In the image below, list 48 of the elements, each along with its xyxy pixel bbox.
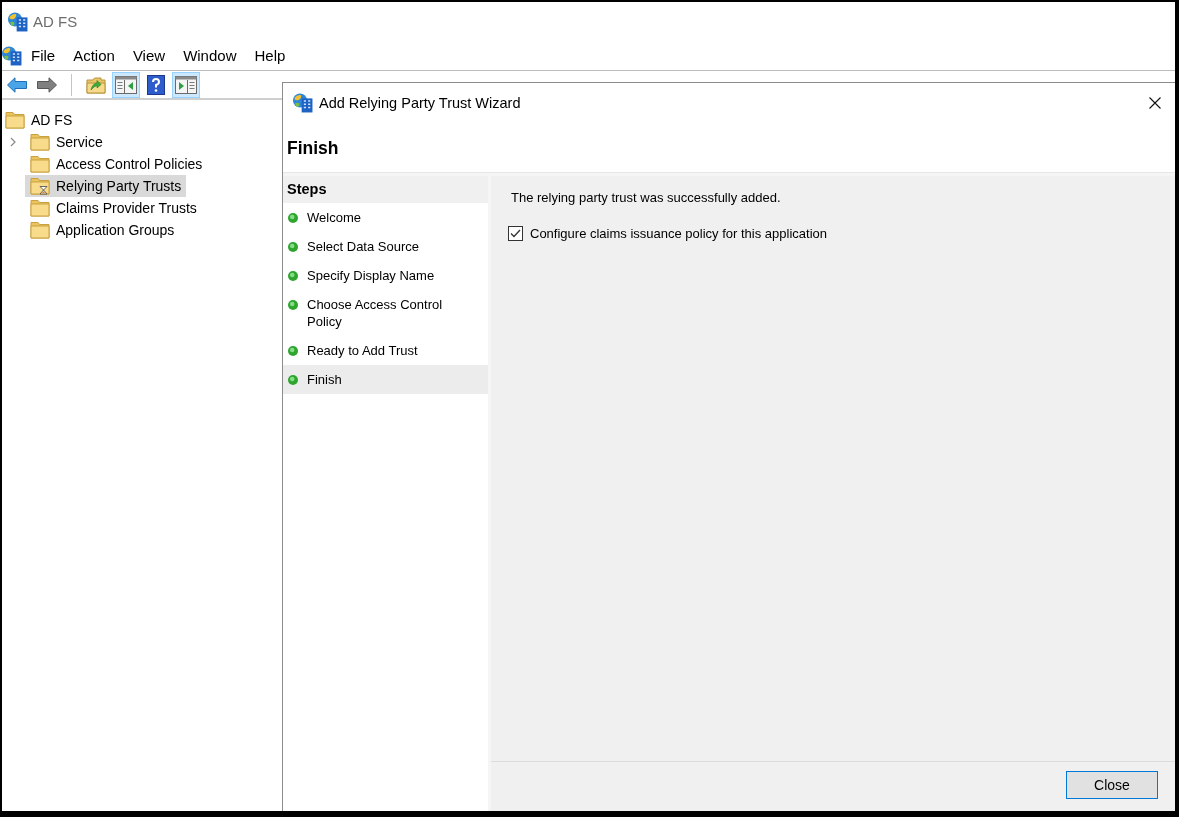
step-item[interactable]: Finish [283,365,488,394]
status-dot-icon [288,213,298,223]
folder-hourglass-icon [30,177,50,195]
status-dot-icon [288,242,298,252]
step-item[interactable]: Specify Display Name [283,261,488,290]
status-dot-icon [288,346,298,356]
folder-arrow-icon [86,75,106,94]
folder-icon [30,199,50,217]
tree-item[interactable]: Access Control Policies [25,153,208,175]
globe-building-icon [8,12,28,32]
forward-arrow-icon [37,76,57,93]
close-icon [1149,97,1161,109]
checkbox-label: Configure claims issuance policy for this application [530,225,827,242]
step-item[interactable]: Choose Access Control Policy [283,290,488,336]
dialog-title: Add Relying Party Trust Wizard [319,94,521,112]
menu-item[interactable]: Window [174,46,246,66]
window-title: AD FS [33,13,78,31]
toolbar-button[interactable] [112,71,140,98]
checkbox[interactable] [508,226,523,241]
status-dot-icon [288,300,298,310]
globe-building-icon[interactable] [2,46,22,66]
tree-item[interactable]: Application Groups [25,219,180,241]
step-item[interactable]: Select Data Source [283,232,488,261]
folder-icon [30,221,50,239]
steps-heading: Steps [283,176,488,203]
folder-icon [30,155,50,173]
back-arrow-icon [7,76,27,93]
status-message: The relying party trust was successfully added. [511,189,782,206]
step-item[interactable]: Ready to Add Trust [283,336,488,365]
help-icon [147,74,165,95]
toolbar-button[interactable] [172,71,200,98]
page-title: Finish [287,136,339,159]
step-item[interactable]: Welcome [283,203,488,232]
tree-item[interactable]: Service [25,131,108,153]
folder-icon [30,133,50,151]
chevron-icon[interactable] [9,137,16,147]
menu-item[interactable]: File [22,46,65,66]
globe-building-icon [293,93,313,113]
tree-item[interactable]: AD FS [2,109,78,131]
status-dot-icon [288,271,298,281]
menu-item[interactable]: Help [245,46,295,66]
folder-icon [5,111,25,129]
close-button[interactable]: Close [1066,771,1158,799]
menu-item[interactable]: Action [64,46,124,66]
menu-item[interactable]: View [123,46,175,66]
status-dot-icon [288,375,298,385]
tree-item[interactable]: Claims Provider Trusts [25,197,202,219]
tree-item[interactable]: Relying Party Trusts [25,175,187,197]
